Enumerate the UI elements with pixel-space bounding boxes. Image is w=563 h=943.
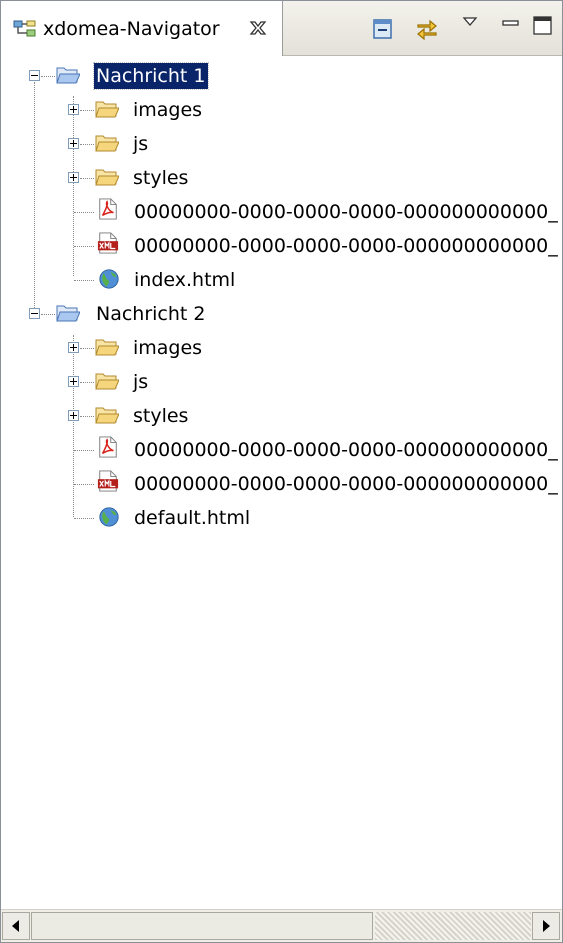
horizontal-scrollbar[interactable] [1, 909, 562, 942]
globe-icon [99, 269, 119, 289]
tree-node-label[interactable]: Nachricht 1 [93, 62, 209, 90]
folder-icon [95, 407, 119, 424]
tree-line [41, 314, 55, 315]
tree-line [74, 484, 94, 485]
expand-toggle[interactable] [68, 138, 79, 149]
tree-line [80, 110, 94, 111]
open-folder-icon [56, 305, 80, 322]
tree-node-label[interactable]: images [131, 97, 204, 123]
collapse-all-icon[interactable] [371, 17, 395, 41]
collapse-toggle[interactable] [29, 308, 40, 319]
tree-line [73, 335, 74, 517]
tree-node-label[interactable]: 00000000-0000-0000-0000-000000000000_ [132, 437, 560, 463]
folder-icon [95, 339, 119, 356]
maximize-icon[interactable] [531, 13, 555, 37]
tree-line [74, 246, 94, 247]
view-tab[interactable]: xdomea-Navigator [1, 1, 283, 56]
xml-file-icon [97, 470, 119, 492]
tree-node-label[interactable]: images [131, 335, 204, 361]
view-title: xdomea-Navigator [43, 18, 220, 40]
minimize-icon[interactable] [499, 13, 523, 37]
tree-line [80, 178, 94, 179]
tree-node-label[interactable]: styles [131, 165, 190, 191]
navigator-tree[interactable]: Nachricht 1 images js styles 00000000-00… [1, 56, 562, 909]
folder-icon [95, 101, 119, 118]
tree-node-label[interactable]: 00000000-0000-0000-0000-000000000000_ [132, 471, 560, 497]
tree-line [41, 76, 55, 77]
close-icon[interactable] [247, 17, 269, 39]
scrollbar-track[interactable] [375, 912, 531, 940]
folder-icon [95, 373, 119, 390]
navigator-view: xdomea-Navigator Nachricht 1 images js s… [0, 0, 563, 943]
arrow-left-icon [12, 920, 19, 932]
tree-node-label[interactable]: js [131, 131, 150, 157]
expand-toggle[interactable] [68, 376, 79, 387]
open-folder-icon [56, 67, 80, 84]
tree-line [74, 518, 94, 519]
scroll-left-button[interactable] [2, 912, 30, 940]
tree-node-label[interactable]: index.html [132, 267, 237, 293]
link-with-editor-icon[interactable] [415, 17, 439, 41]
expand-toggle[interactable] [68, 342, 79, 353]
pdf-file-icon [99, 198, 117, 220]
scrollbar-thumb[interactable] [31, 912, 373, 940]
tree-line [80, 416, 94, 417]
tree-line [80, 348, 94, 349]
tree-line [74, 280, 94, 281]
expand-toggle[interactable] [68, 104, 79, 115]
xml-file-icon [97, 232, 119, 254]
tree-line [80, 382, 94, 383]
tree-node-label[interactable]: styles [131, 403, 190, 429]
tree-line [80, 144, 94, 145]
pdf-file-icon [99, 436, 117, 458]
expand-toggle[interactable] [68, 410, 79, 421]
tree-line [74, 212, 94, 213]
view-title-bar: xdomea-Navigator [1, 1, 562, 56]
tree-line [73, 96, 74, 276]
navigator-icon [13, 20, 36, 37]
expand-toggle[interactable] [68, 172, 79, 183]
tree-line [34, 82, 35, 312]
tree-node-label[interactable]: default.html [132, 505, 252, 531]
arrow-right-icon [543, 920, 550, 932]
tree-node-label[interactable]: 00000000-0000-0000-0000-000000000000_ [132, 199, 560, 225]
folder-icon [95, 135, 119, 152]
view-menu-icon[interactable] [458, 11, 482, 35]
globe-icon [99, 507, 119, 527]
tree-node-label[interactable]: js [131, 369, 150, 395]
folder-icon [95, 169, 119, 186]
tree-node-label[interactable]: 00000000-0000-0000-0000-000000000000_ [132, 233, 560, 259]
collapse-toggle[interactable] [29, 70, 40, 81]
tree-line [74, 450, 94, 451]
scroll-right-button[interactable] [532, 912, 560, 940]
tree-node-label[interactable]: Nachricht 2 [94, 301, 208, 327]
